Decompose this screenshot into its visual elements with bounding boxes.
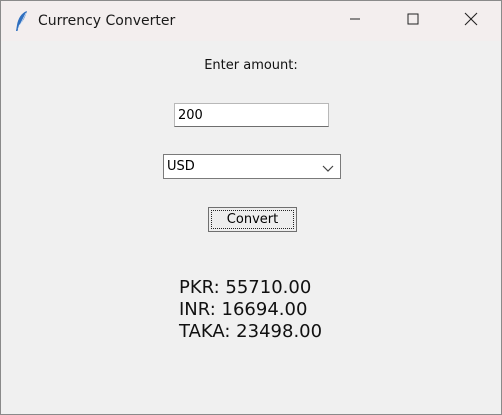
maximize-button[interactable] bbox=[390, 1, 436, 41]
results-panel: PKR: 55710.00 INR: 16694.00 TAKA: 23498.… bbox=[179, 277, 322, 343]
maximize-icon bbox=[407, 12, 419, 30]
currency-select-value: USD bbox=[167, 159, 195, 174]
chevron-down-icon bbox=[322, 161, 334, 173]
amount-label: Enter amount: bbox=[204, 58, 298, 73]
result-taka: TAKA: 23498.00 bbox=[179, 321, 323, 342]
minimize-button[interactable] bbox=[332, 1, 378, 41]
minimize-icon bbox=[349, 12, 361, 30]
feather-icon bbox=[14, 10, 30, 32]
close-icon bbox=[464, 12, 478, 31]
app-window: Currency Converter Enter amount: USD bbox=[0, 0, 502, 415]
result-inr: INR: 16694.00 bbox=[179, 299, 308, 320]
window-title: Currency Converter bbox=[38, 13, 176, 29]
currency-select[interactable]: USD bbox=[163, 154, 341, 179]
close-button[interactable] bbox=[448, 1, 494, 41]
title-bar[interactable]: Currency Converter bbox=[1, 1, 501, 41]
convert-button-label: Convert bbox=[211, 210, 294, 229]
result-pkr: PKR: 55710.00 bbox=[179, 277, 312, 298]
amount-input[interactable] bbox=[174, 103, 329, 127]
convert-button[interactable]: Convert bbox=[208, 207, 297, 232]
